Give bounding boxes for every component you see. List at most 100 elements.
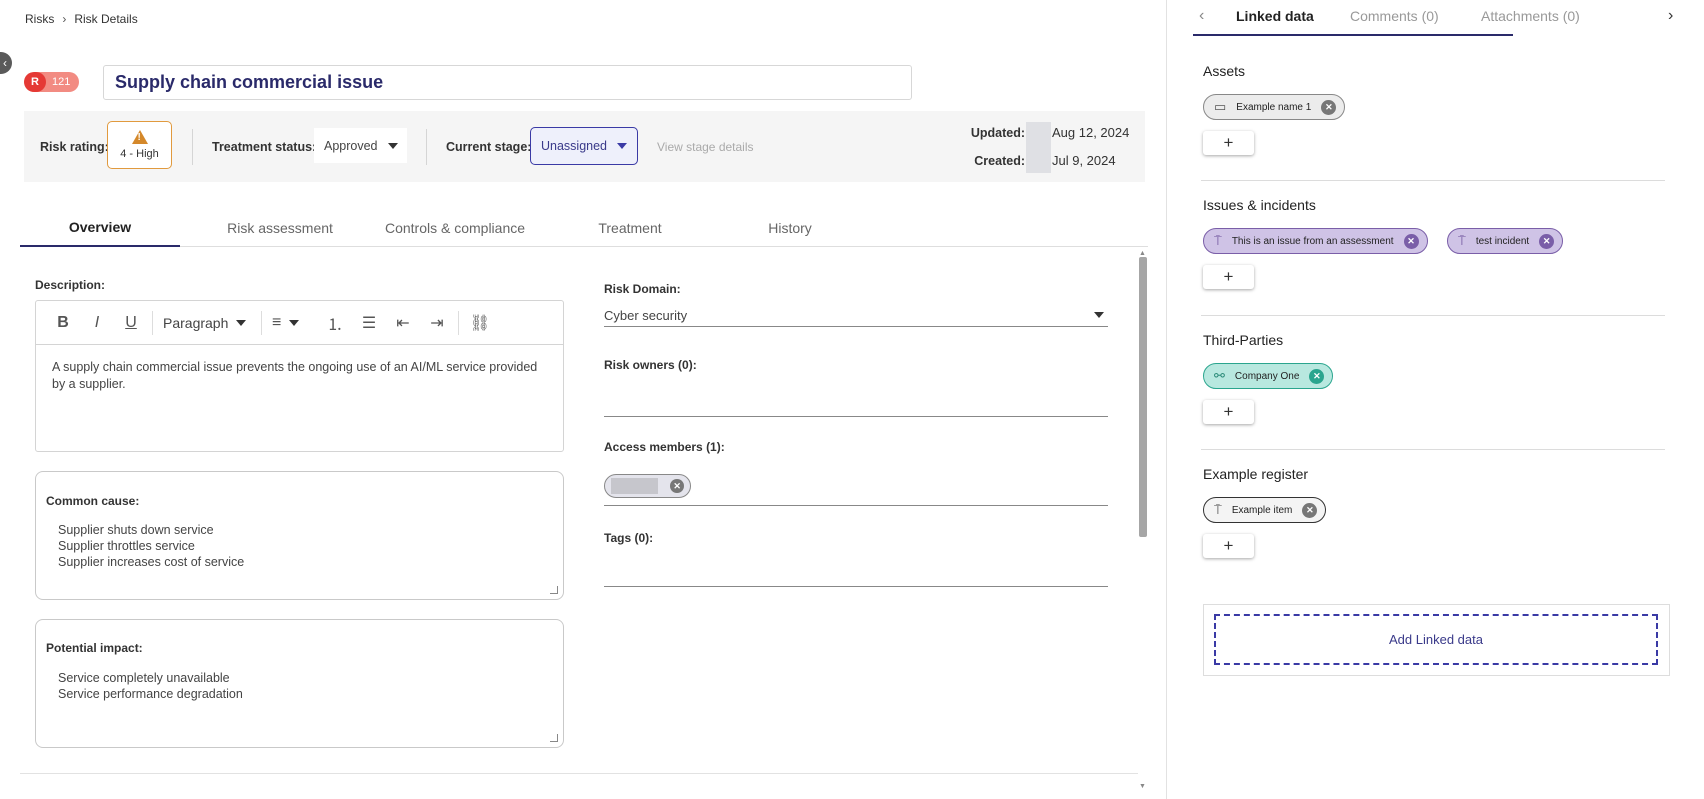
resize-handle-icon[interactable] bbox=[550, 734, 558, 742]
resize-handle-icon[interactable] bbox=[550, 586, 558, 594]
risk-rating-label: Risk rating: bbox=[40, 140, 109, 154]
risk-rating-button[interactable]: 4 - High bbox=[107, 121, 172, 169]
detail-tabs: Overview Risk assessment Controls & comp… bbox=[20, 209, 1148, 247]
paragraph-style-select[interactable]: Paragraph bbox=[157, 315, 257, 331]
add-issue-button[interactable]: + bbox=[1203, 265, 1254, 289]
view-stage-details-link[interactable]: View stage details bbox=[657, 140, 754, 154]
outdent-icon[interactable]: ⇤ bbox=[386, 308, 420, 338]
bold-button[interactable]: B bbox=[46, 308, 80, 338]
created-label: Created: bbox=[974, 154, 1025, 168]
current-stage-value: Unassigned bbox=[540, 139, 607, 153]
close-icon[interactable]: ✕ bbox=[1309, 368, 1325, 384]
bullet-list-icon[interactable]: ☰ bbox=[352, 308, 386, 338]
updated-label: Updated: bbox=[970, 126, 1025, 140]
link-icon[interactable]: ⛓ bbox=[463, 308, 497, 338]
potential-impact-label: Potential impact: bbox=[46, 641, 143, 655]
network-icon: ⚯ bbox=[1214, 368, 1225, 383]
divider bbox=[1201, 315, 1665, 316]
tab-risk-assessment[interactable]: Risk assessment bbox=[200, 209, 360, 247]
add-asset-button[interactable]: + bbox=[1203, 131, 1254, 155]
risk-domain-value: Cyber security bbox=[604, 307, 688, 323]
breadcrumb: Risks › Risk Details bbox=[25, 12, 138, 26]
issue-icon: ⍑ bbox=[1214, 502, 1222, 517]
add-linked-data-button[interactable]: Add Linked data bbox=[1214, 614, 1658, 665]
indent-icon[interactable]: ⇥ bbox=[420, 308, 454, 338]
list-item: Supplier throttles service bbox=[58, 539, 195, 553]
tab-overview[interactable]: Overview bbox=[20, 209, 180, 247]
close-icon[interactable]: ✕ bbox=[1321, 99, 1337, 115]
list-item: Service completely unavailable bbox=[58, 671, 230, 685]
italic-button[interactable]: I bbox=[80, 308, 114, 338]
access-members-label: Access members (1): bbox=[604, 440, 725, 454]
risk-domain-label: Risk Domain: bbox=[604, 282, 681, 296]
risk-owners-field[interactable] bbox=[604, 380, 1108, 417]
asset-icon: ▭ bbox=[1214, 99, 1227, 114]
align-select[interactable]: ≡ bbox=[266, 314, 318, 332]
add-register-item-button[interactable]: + bbox=[1203, 534, 1254, 558]
chevron-left-icon[interactable]: ‹ bbox=[1199, 7, 1204, 25]
description-editor: B I U Paragraph ≡ ⒈ ☰ ⇤ ⇥ ⛓ A supply cha… bbox=[35, 300, 564, 452]
divider bbox=[458, 310, 459, 335]
register-chip[interactable]: ⍑ Example item ✕ bbox=[1203, 497, 1327, 523]
paragraph-style-value: Paragraph bbox=[163, 314, 229, 331]
right-panel-tabs: ‹ Linked data Comments (0) Attachments (… bbox=[1183, 0, 1687, 36]
close-icon[interactable]: ✕ bbox=[1302, 502, 1318, 518]
third-party-chip[interactable]: ⚯ Company One ✕ bbox=[1203, 363, 1334, 389]
close-icon[interactable]: ✕ bbox=[670, 479, 684, 493]
tab-linked-data[interactable]: Linked data bbox=[1236, 8, 1314, 24]
asset-chip-label: Example name 1 bbox=[1236, 101, 1312, 113]
add-third-party-button[interactable]: + bbox=[1203, 400, 1254, 424]
issue-chip-label: This is an issue from an assessment bbox=[1231, 235, 1394, 247]
chevron-right-icon[interactable]: › bbox=[1668, 7, 1673, 25]
risk-owners-label: Risk owners (0): bbox=[604, 358, 697, 372]
divider bbox=[426, 129, 427, 165]
scroll-up-icon[interactable]: ▲ bbox=[1139, 250, 1146, 257]
treatment-status-label: Treatment status: bbox=[212, 140, 317, 154]
risk-domain-select[interactable]: Cyber security bbox=[604, 304, 1108, 327]
issue-chip[interactable]: ⍑ This is an issue from an assessment ✕ bbox=[1203, 228, 1428, 254]
underline-button[interactable]: U bbox=[114, 308, 148, 338]
third-party-chip-label: Company One bbox=[1234, 370, 1300, 382]
risk-rating-value: 4 - High bbox=[120, 148, 159, 160]
warning-icon bbox=[131, 130, 148, 144]
pane-divider bbox=[1166, 0, 1167, 799]
asset-chip[interactable]: ▭ Example name 1 ✕ bbox=[1203, 94, 1346, 120]
current-stage-select[interactable]: Unassigned bbox=[530, 127, 638, 165]
assets-title: Assets bbox=[1203, 63, 1246, 79]
risk-title-input[interactable]: Supply chain commercial issue bbox=[103, 65, 912, 100]
risk-id-badge: R 121 bbox=[24, 72, 80, 92]
active-tab-indicator bbox=[1193, 34, 1513, 36]
tags-field[interactable] bbox=[604, 553, 1108, 587]
potential-impact-field[interactable]: Potential impact: Service completely una… bbox=[35, 619, 564, 748]
member-chip[interactable]: ✕ bbox=[604, 474, 691, 498]
common-cause-label: Common cause: bbox=[46, 494, 140, 508]
common-cause-text: Supplier shuts down service Supplier thr… bbox=[58, 522, 244, 570]
description-text[interactable]: A supply chain commercial issue prevents… bbox=[36, 345, 563, 407]
divider bbox=[261, 310, 262, 335]
tab-attachments[interactable]: Attachments (0) bbox=[1481, 8, 1580, 24]
close-icon[interactable]: ✕ bbox=[1403, 233, 1419, 249]
issue-chip-label: test incident bbox=[1475, 235, 1530, 247]
chevron-right-icon: › bbox=[62, 12, 67, 26]
scroll-down-icon[interactable]: ▼ bbox=[1139, 783, 1146, 790]
treatment-status-select[interactable]: Approved bbox=[314, 128, 407, 163]
tab-comments[interactable]: Comments (0) bbox=[1350, 8, 1439, 24]
treatment-status-value: Approved bbox=[324, 138, 378, 153]
close-icon[interactable]: ✕ bbox=[1539, 233, 1555, 249]
divider bbox=[192, 129, 193, 165]
tab-controls-compliance[interactable]: Controls & compliance bbox=[360, 209, 550, 247]
tab-treatment[interactable]: Treatment bbox=[550, 209, 710, 247]
caret-down-icon bbox=[289, 319, 300, 326]
align-left-icon: ≡ bbox=[272, 313, 282, 331]
caret-down-icon bbox=[236, 319, 247, 326]
divider bbox=[20, 773, 1138, 774]
common-cause-field[interactable]: Common cause: Supplier shuts down servic… bbox=[35, 471, 564, 600]
numbered-list-icon[interactable]: ⒈ bbox=[318, 308, 352, 338]
tab-history[interactable]: History bbox=[710, 209, 870, 247]
breadcrumb-root-link[interactable]: Risks bbox=[25, 12, 54, 26]
tags-label: Tags (0): bbox=[604, 531, 654, 545]
collapse-sidebar-button[interactable]: ‹ bbox=[0, 52, 12, 74]
scrollbar[interactable] bbox=[1139, 257, 1147, 537]
issue-chip[interactable]: ⍑ test incident ✕ bbox=[1447, 228, 1564, 254]
example-register-title: Example register bbox=[1203, 466, 1309, 482]
